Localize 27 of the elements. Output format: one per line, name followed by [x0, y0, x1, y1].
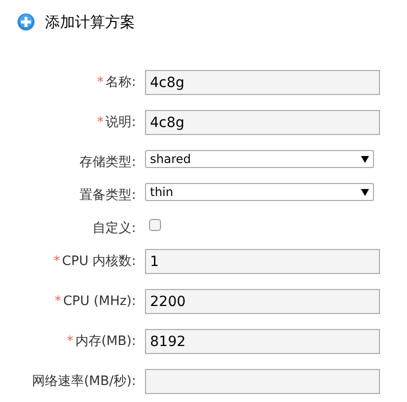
required-asterisk: * [97, 74, 104, 92]
dropdown-select[interactable]: shared [145, 150, 374, 168]
dropdown-arrow-icon [361, 156, 369, 162]
text-input[interactable]: 2200 [145, 289, 380, 314]
field-label: 自定义: [92, 220, 136, 238]
required-asterisk: * [54, 252, 60, 271]
field-label: 说明: [106, 114, 136, 132]
required-asterisk: * [97, 114, 104, 132]
field-label: CPU 内核数: [62, 252, 136, 271]
required-asterisk: * [66, 332, 74, 351]
required-asterisk: * [54, 292, 62, 311]
field-label: 置备类型: [80, 186, 136, 205]
text-input[interactable]: 8192 [145, 329, 380, 354]
field-label: 网络速率(MB/秒): [32, 372, 136, 391]
page-title: 添加计算方案 [45, 13, 135, 31]
dropdown-select[interactable]: thin [145, 183, 374, 201]
field-label: 存储类型: [80, 154, 136, 172]
add-icon [17, 13, 35, 31]
checkbox[interactable] [149, 219, 161, 231]
text-input[interactable]: 4c8g [145, 70, 380, 95]
text-input[interactable]: 4c8g [145, 110, 380, 135]
field-label: CPU (MHz): [63, 292, 136, 311]
text-input[interactable]: 1 [145, 249, 380, 274]
text-input[interactable] [145, 369, 380, 394]
dropdown-arrow-icon [361, 188, 369, 196]
field-label: 名称: [106, 74, 136, 92]
field-label: 内存(MB): [75, 332, 136, 351]
